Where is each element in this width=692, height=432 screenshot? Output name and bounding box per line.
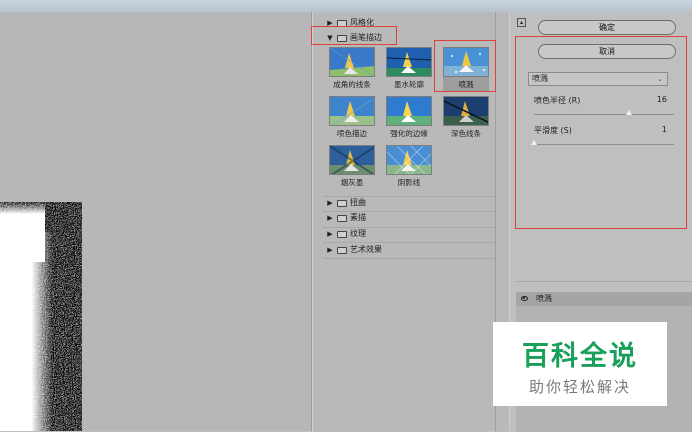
highlight-box-folder [311, 26, 397, 45]
preview-canvas[interactable] [0, 12, 312, 431]
thumb-image [386, 145, 432, 175]
smoothness-slider[interactable] [534, 144, 674, 145]
thumb-image [329, 145, 375, 175]
smoothness-label: 平滑度 (S) [534, 126, 572, 135]
smoothness-value[interactable]: 1 [647, 125, 667, 134]
folder-sketch-label: 素描 [350, 213, 366, 222]
thumb-image [386, 96, 432, 126]
thumb-image [329, 47, 375, 77]
thumb-image [329, 96, 375, 126]
folder-icon [337, 230, 347, 238]
watermark: 百科全说 助你轻松解决 [493, 322, 667, 406]
thumb-sumi-e[interactable]: 烟灰墨 [329, 145, 375, 189]
folder-icon [337, 199, 347, 207]
ok-button[interactable]: 确定 [538, 20, 676, 35]
folder-icon [337, 246, 347, 254]
thumb-label: 喷色描边 [337, 129, 367, 138]
thumb-angled-strokes[interactable]: 成角的线条 [329, 47, 375, 91]
thumb-sprayed-strokes[interactable]: 喷色描边 [329, 96, 375, 140]
folder-distort-label: 扭曲 [350, 198, 366, 207]
thumb-label: 阴影线 [397, 178, 421, 187]
watermark-subtitle: 助你轻松解决 [528, 378, 631, 396]
divider [323, 242, 495, 243]
thumb-crosshatch[interactable]: 阴影线 [386, 145, 432, 189]
thumb-dark-strokes[interactable]: 深色线条 [443, 96, 489, 140]
collapse-gallery-icon[interactable]: ▴ [517, 18, 526, 27]
thumb-label: 强化的边缘 [390, 129, 428, 138]
filter-select[interactable]: 喷溅 ⌄ [528, 72, 668, 86]
eye-icon[interactable] [521, 296, 528, 301]
folder-icon [337, 214, 347, 222]
folder-texture[interactable]: ▶ 纹理 [326, 228, 366, 240]
spray-radius-slider-knob[interactable] [626, 110, 633, 115]
thumb-label: 深色线条 [451, 129, 481, 138]
thumb-label: 成角的线条 [333, 80, 371, 89]
folder-artistic[interactable]: ▶ 艺术效果 [326, 244, 382, 256]
spray-radius-value[interactable]: 16 [647, 95, 667, 104]
spray-radius-slider[interactable] [534, 114, 674, 115]
thumb-accented-edges[interactable]: 强化的边缘 [386, 96, 432, 140]
folder-artistic-label: 艺术效果 [350, 245, 382, 254]
thumb-label: 墨水轮廓 [394, 80, 424, 89]
thumb-image [443, 96, 489, 126]
filter-select-value: 喷溅 [532, 74, 548, 83]
folder-texture-label: 纹理 [350, 229, 366, 238]
collapsed-triangle-icon: ▶ [327, 246, 333, 254]
thumb-label: 烟灰墨 [340, 178, 364, 187]
collapsed-triangle-icon: ▶ [327, 199, 333, 207]
effect-layer-name: 喷溅 [536, 294, 552, 303]
divider [516, 281, 692, 282]
preview-image-noise [0, 202, 82, 431]
title-bar [0, 0, 692, 12]
chevron-down-icon: ⌄ [657, 75, 663, 83]
thumb-ink-outlines[interactable]: 墨水轮廓 [386, 47, 432, 91]
spray-radius-label: 喷色半径 (R) [534, 96, 581, 105]
watermark-title: 百科全说 [522, 341, 638, 372]
folder-distort[interactable]: ▶ 扭曲 [326, 197, 366, 209]
effect-layer-row[interactable]: 喷溅 [516, 292, 692, 306]
thumb-image [386, 47, 432, 77]
highlight-box-spatter [434, 40, 496, 92]
collapsed-triangle-icon: ▶ [327, 230, 333, 238]
divider [323, 258, 495, 259]
collapsed-triangle-icon: ▶ [327, 214, 333, 222]
folder-sketch[interactable]: ▶ 素描 [326, 212, 366, 224]
smoothness-slider-knob[interactable] [531, 140, 537, 145]
